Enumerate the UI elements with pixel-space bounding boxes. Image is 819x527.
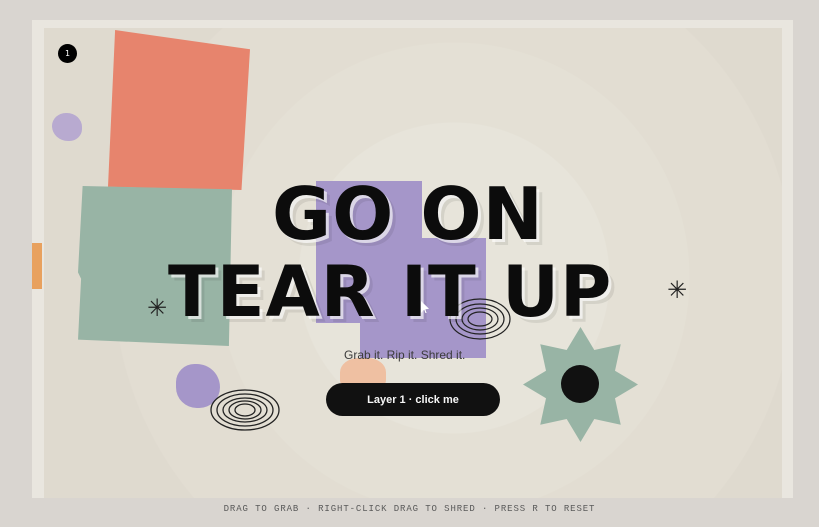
layer-badge-icon[interactable]: 1 xyxy=(58,44,77,63)
layer-click-button[interactable]: Layer 1 · click me xyxy=(326,383,500,416)
salmon-paper-piece[interactable] xyxy=(108,30,250,190)
instructions-footer: DRAG TO GRAB · RIGHT-CLICK DRAG TO SHRED… xyxy=(223,504,596,514)
layer-badge-label: 1 xyxy=(64,49,71,58)
torn-paper-edge[interactable] xyxy=(32,243,42,289)
asterisk-icon: ✳ xyxy=(147,294,168,322)
hero-title-line-1: GO ON xyxy=(272,172,544,256)
scribble-icon xyxy=(210,389,280,431)
hero-subtitle: Grab it. Rip it. Shred it. xyxy=(344,348,466,362)
asterisk-icon: ✳ xyxy=(667,276,688,304)
hero-title-line-2: TEAR IT UP xyxy=(168,251,613,333)
lavender-blob[interactable] xyxy=(52,113,82,141)
black-dot[interactable] xyxy=(561,365,599,403)
